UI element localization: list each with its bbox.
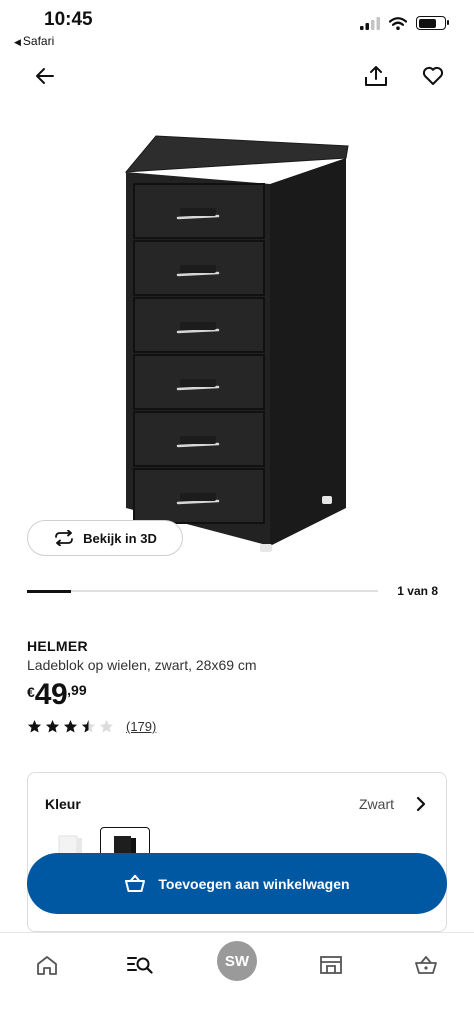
back-to-app-link[interactable]: ◀ Safari — [14, 34, 54, 48]
view-3d-button[interactable]: Bekijk in 3D — [27, 520, 183, 556]
battery-icon — [416, 16, 449, 30]
star-full-icon — [27, 719, 42, 733]
store-icon — [320, 956, 342, 974]
back-arrow-icon — [36, 68, 54, 84]
product-price: € 49 ,99 — [27, 678, 87, 712]
basket-icon — [415, 956, 437, 974]
star-full-icon — [63, 719, 78, 733]
view-3d-label: Bekijk in 3D — [83, 530, 157, 546]
top-nav — [0, 56, 474, 96]
search-icon — [127, 957, 153, 974]
selected-color-value: Zwart — [359, 796, 394, 812]
signal-icon — [360, 16, 380, 30]
bottom-tab-bar: SW — [0, 932, 474, 1024]
system-icons — [360, 16, 449, 30]
product-image[interactable] — [110, 128, 370, 560]
product-name: HELMER — [27, 638, 88, 654]
favorite-button[interactable] — [415, 58, 451, 94]
star-empty-icon — [99, 719, 114, 733]
price-decimal: ,99 — [67, 682, 87, 698]
rotate-3d-icon — [55, 530, 74, 546]
carousel-progress-fill — [27, 589, 71, 593]
back-triangle-icon: ◀ — [14, 37, 21, 47]
status-bar: 10:45 ◀ Safari — [0, 0, 474, 52]
back-button[interactable] — [27, 58, 63, 94]
wifi-icon — [389, 16, 407, 30]
basket-icon — [125, 874, 146, 892]
price-integer: 49 — [34, 678, 68, 711]
status-time: 10:45 — [44, 9, 93, 30]
carousel-progress-track — [27, 589, 378, 593]
product-description: Ladeblok op wielen, zwart, 28x69 cm — [27, 657, 257, 673]
add-to-cart-button[interactable]: Toevoegen aan winkelwagen — [27, 853, 447, 914]
star-full-icon — [45, 719, 60, 733]
product-rating[interactable]: (179) — [27, 719, 156, 734]
tab-stores[interactable] — [309, 943, 353, 987]
price-currency: € — [27, 684, 35, 700]
carousel-counter: 1 van 8 — [397, 584, 438, 598]
add-to-cart-label: Toevoegen aan winkelwagen — [158, 875, 350, 892]
tab-search[interactable] — [118, 943, 162, 987]
star-half-icon — [81, 719, 96, 733]
tab-basket[interactable] — [404, 943, 448, 987]
profile-avatar[interactable]: SW — [217, 941, 257, 981]
share-button[interactable] — [358, 58, 394, 94]
share-icon — [365, 66, 387, 86]
heart-icon — [422, 66, 444, 85]
drawer-cabinet-illustration — [124, 135, 349, 552]
chevron-right-icon — [416, 796, 426, 812]
home-icon — [37, 956, 57, 975]
tab-home[interactable] — [25, 943, 69, 987]
back-app-label: Safari — [22, 34, 55, 48]
color-label: Kleur — [45, 796, 81, 812]
rating-count-link[interactable]: (179) — [126, 719, 156, 734]
color-chevron-button[interactable] — [410, 793, 432, 815]
